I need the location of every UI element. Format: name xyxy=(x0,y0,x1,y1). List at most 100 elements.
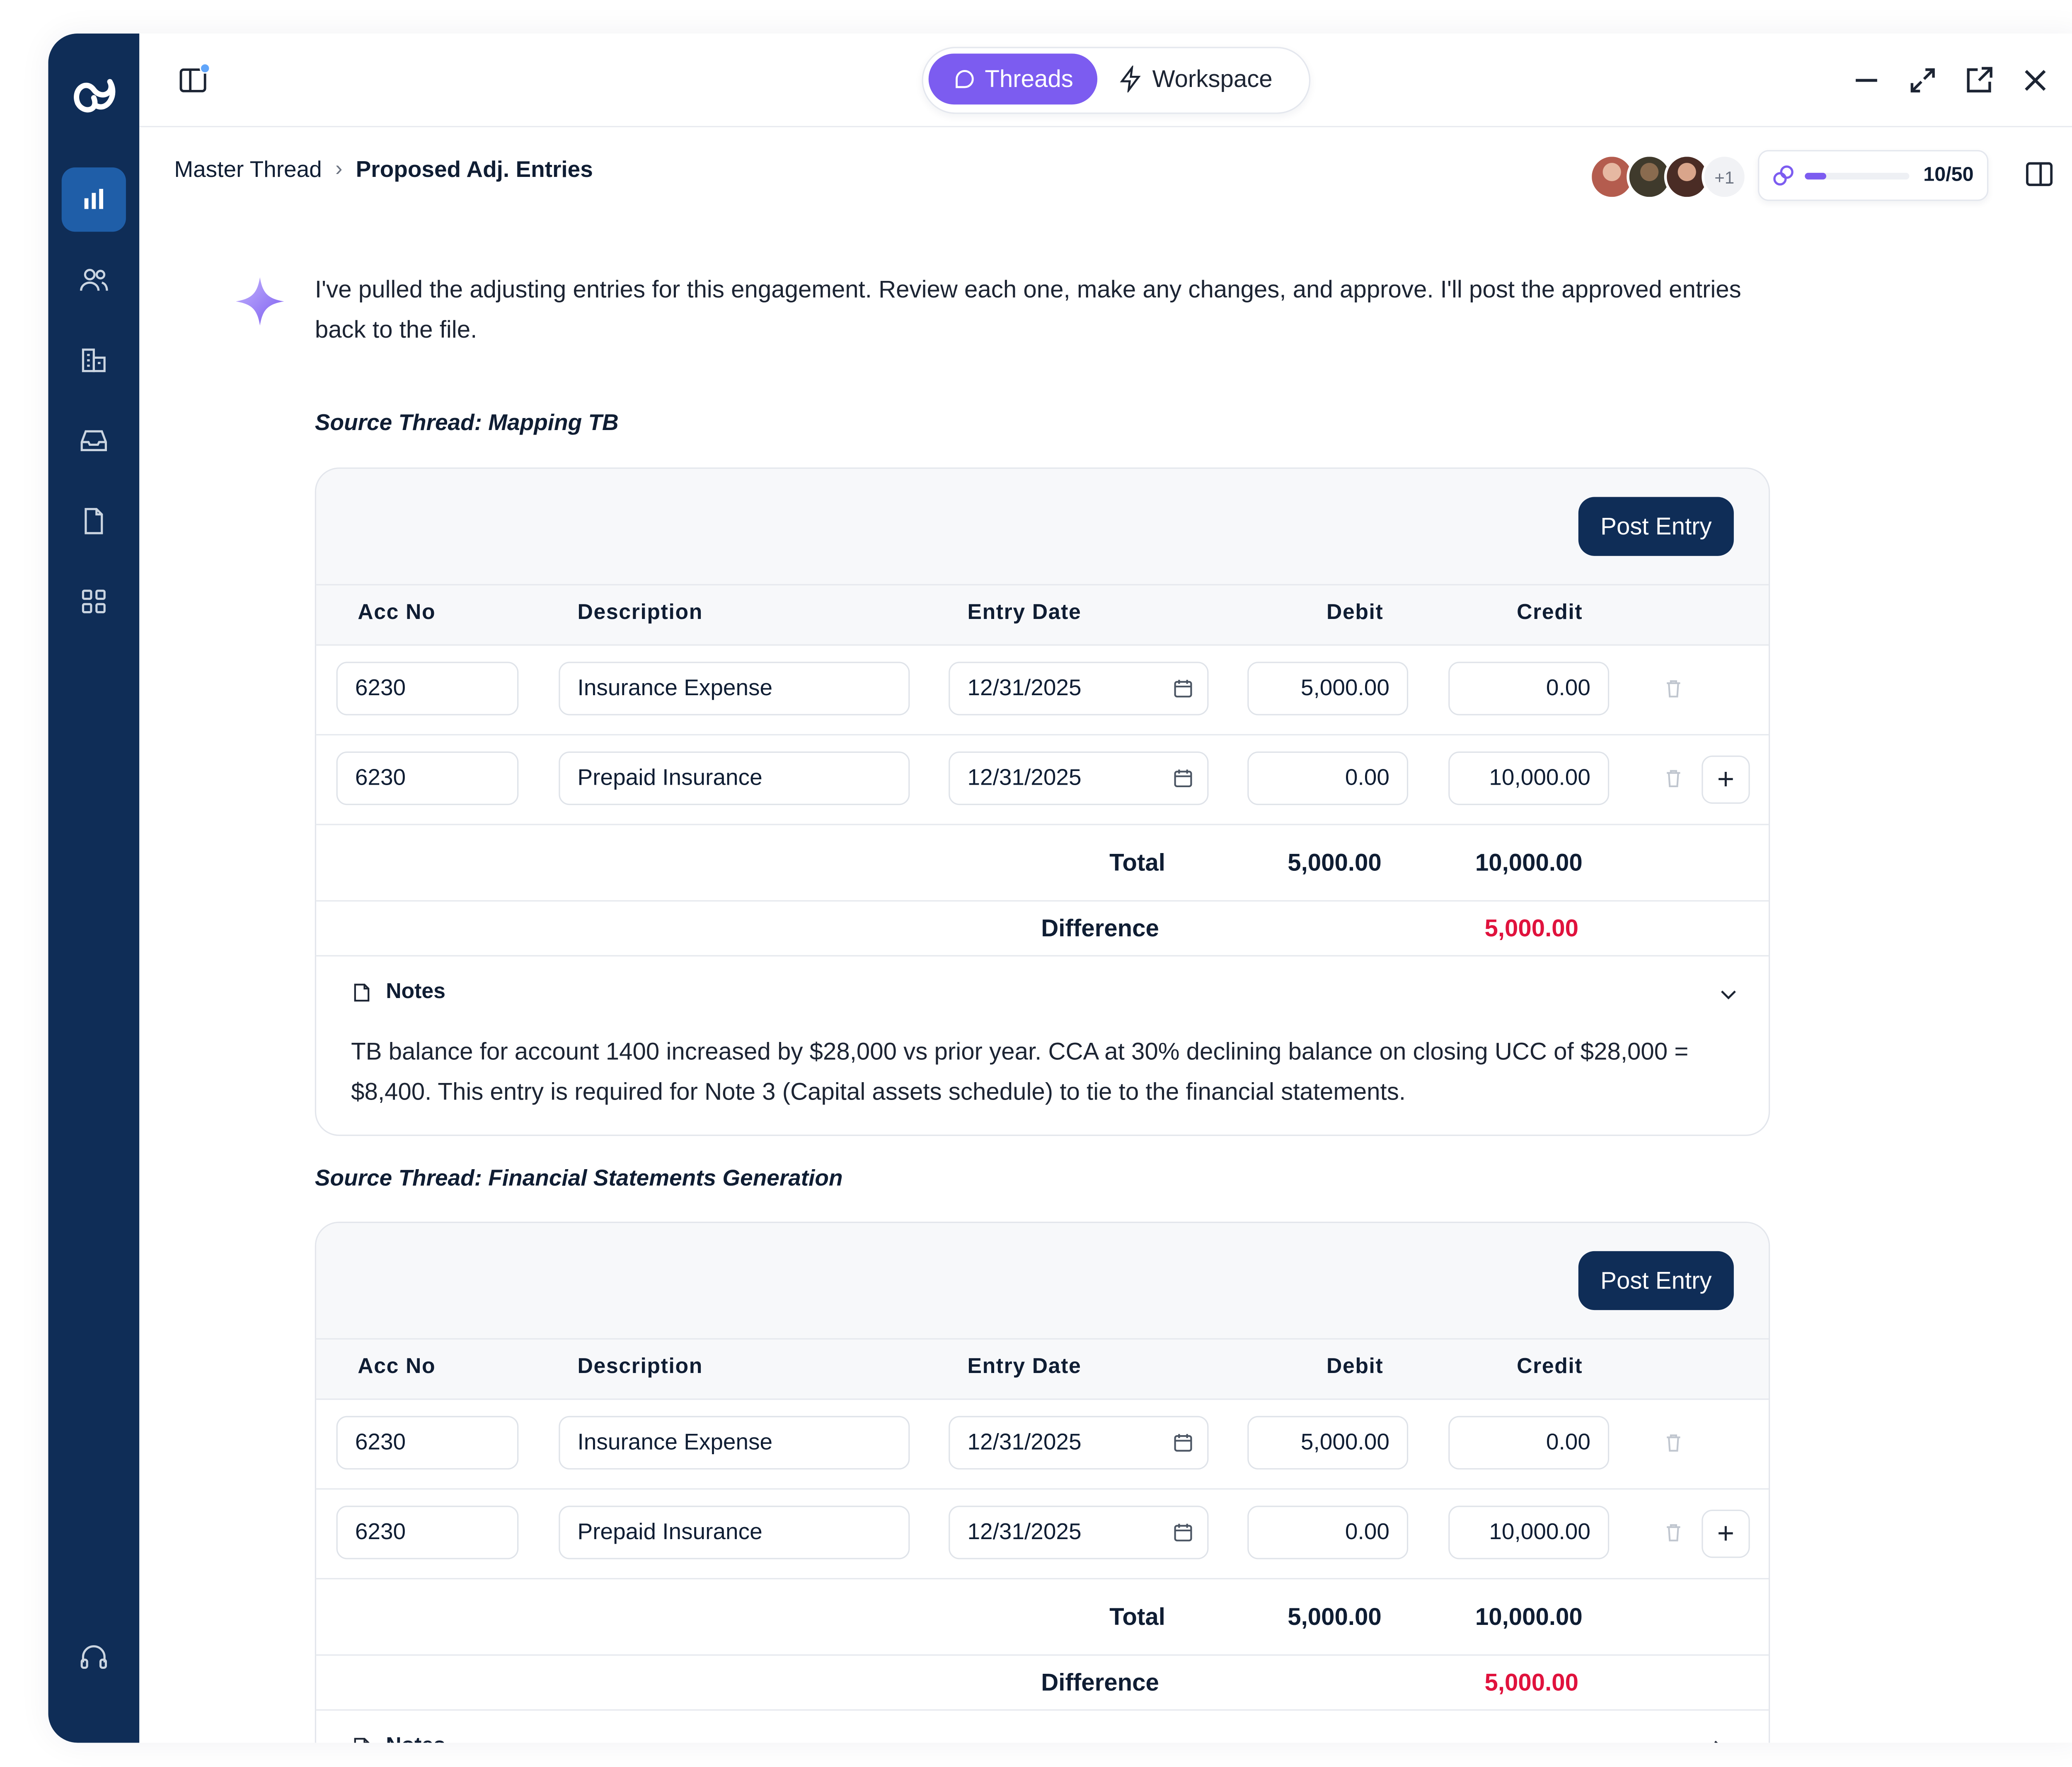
note-icon xyxy=(354,984,370,1002)
entry-date-value: 12/31/2025 xyxy=(967,765,1082,790)
total-credit: 10,000.00 xyxy=(1475,849,1583,876)
credit-input[interactable]: 0.00 xyxy=(1448,1416,1610,1470)
notes-toggle[interactable]: Notes xyxy=(351,1735,445,1743)
table-header: Acc No Description Entry Date Debit Cred… xyxy=(316,1339,1769,1400)
breadcrumb-root[interactable]: Master Thread xyxy=(174,157,322,184)
card-header: Post Entry xyxy=(316,469,1769,585)
credit-input[interactable]: 10,000.00 xyxy=(1448,751,1610,805)
col-acc-no: Acc No xyxy=(358,1356,436,1379)
credit-input[interactable]: 0.00 xyxy=(1448,662,1610,716)
credit-input[interactable]: 10,000.00 xyxy=(1448,1506,1610,1559)
description-input[interactable]: Insurance Expense xyxy=(559,662,910,716)
collaborator-avatars[interactable]: +1 xyxy=(1589,154,1748,200)
chevron-down-icon[interactable] xyxy=(1718,983,1739,1005)
open-external-icon[interactable] xyxy=(1962,63,1997,98)
nav-apps[interactable] xyxy=(62,569,126,633)
nav-support[interactable] xyxy=(62,1625,126,1689)
tab-workspace[interactable]: Workspace xyxy=(1118,53,1298,104)
col-credit: Credit xyxy=(1517,1356,1583,1379)
avatar-overflow-count: +1 xyxy=(1702,154,1748,200)
calendar-icon[interactable] xyxy=(1172,768,1194,789)
nav-rail xyxy=(48,33,140,1743)
entry-date-input[interactable]: 12/31/2025 xyxy=(949,1416,1209,1470)
app-window: Threads Workspace Master Thread › Propos… xyxy=(48,33,2072,1743)
entry-date-value: 12/31/2025 xyxy=(967,1429,1082,1455)
total-label: Total xyxy=(1109,1603,1165,1630)
calendar-icon[interactable] xyxy=(1172,1432,1194,1453)
entry-date-input[interactable]: 12/31/2025 xyxy=(949,751,1209,805)
col-debit: Debit xyxy=(1326,1356,1384,1379)
acc-no-input[interactable]: 6230 xyxy=(336,1416,519,1470)
tab-workspace-label: Workspace xyxy=(1152,65,1273,92)
debit-input[interactable]: 5,000.00 xyxy=(1247,1416,1409,1470)
main-area: Threads Workspace Master Thread › Propos… xyxy=(139,33,2072,1743)
debit-input[interactable]: 0.00 xyxy=(1247,1506,1409,1559)
top-bar: Threads Workspace xyxy=(139,34,2072,128)
inbox-icon xyxy=(80,430,107,451)
minimize-icon[interactable] xyxy=(1849,63,1884,98)
notes-label: Notes xyxy=(386,980,445,1003)
entry-date-value: 12/31/2025 xyxy=(967,1519,1082,1545)
trash-icon[interactable] xyxy=(1663,768,1685,789)
nav-people[interactable] xyxy=(62,248,126,312)
chevron-right-icon[interactable] xyxy=(1707,1738,1728,1743)
trash-icon[interactable] xyxy=(1663,1432,1685,1453)
document-icon xyxy=(85,508,103,534)
bar-chart-icon xyxy=(84,189,103,209)
acc-no-input[interactable]: 6230 xyxy=(336,662,519,716)
note-icon xyxy=(354,1738,370,1743)
col-entry-date: Entry Date xyxy=(967,601,1082,624)
side-panel-icon[interactable] xyxy=(2023,158,2055,191)
notes-text: TB balance for account 1400 increased by… xyxy=(351,1038,1689,1105)
calendar-icon[interactable] xyxy=(1172,678,1194,699)
nav-dashboard[interactable] xyxy=(61,167,126,232)
usage-meter[interactable]: 10/50 xyxy=(1758,150,1989,201)
calendar-icon[interactable] xyxy=(1172,1522,1194,1543)
assistant-message: I've pulled the adjusting entries for th… xyxy=(315,276,1741,343)
description-input[interactable]: Prepaid Insurance xyxy=(559,1506,910,1559)
table-row: 6230 Insurance Expense 12/31/2025 5,000.… xyxy=(316,1400,1769,1490)
add-row-button[interactable]: + xyxy=(1702,755,1750,804)
nav-organizations[interactable] xyxy=(62,328,126,392)
view-switcher: Threads Workspace xyxy=(922,47,1311,114)
add-row-button[interactable]: + xyxy=(1702,1509,1750,1558)
breadcrumb-bar: Master Thread › Proposed Adj. Entries +1… xyxy=(139,127,2072,215)
post-entry-button[interactable]: Post Entry xyxy=(1578,497,1734,556)
notes-toggle[interactable]: Notes xyxy=(351,981,445,1005)
difference-label: Difference xyxy=(1041,915,1159,942)
col-acc-no: Acc No xyxy=(358,601,436,624)
notes-label: Notes xyxy=(386,1735,445,1743)
notes-section: Notes xyxy=(316,1709,1769,1743)
difference-label: Difference xyxy=(1041,1669,1159,1696)
tab-threads[interactable]: Threads xyxy=(928,53,1098,105)
expand-icon[interactable] xyxy=(1905,63,1940,98)
notes-section: Notes TB balance for account 1400 increa… xyxy=(316,955,1769,1134)
app-logo-icon[interactable] xyxy=(67,68,121,122)
close-icon[interactable] xyxy=(2018,63,2053,98)
table-row: 6230 Prepaid Insurance 12/31/2025 0.00 1… xyxy=(316,735,1769,825)
trash-icon[interactable] xyxy=(1663,1522,1685,1543)
nav-inbox[interactable] xyxy=(62,409,126,473)
acc-no-input[interactable]: 6230 xyxy=(336,751,519,805)
acc-no-input[interactable]: 6230 xyxy=(336,1506,519,1559)
total-row: Total 5,000.00 10,000.00 xyxy=(316,1603,1769,1656)
col-debit: Debit xyxy=(1326,601,1384,624)
entry-date-input[interactable]: 12/31/2025 xyxy=(949,662,1209,716)
col-description: Description xyxy=(577,601,703,624)
table-header: Acc No Description Entry Date Debit Cred… xyxy=(316,585,1769,646)
debit-input[interactable]: 0.00 xyxy=(1247,751,1409,805)
users-icon xyxy=(80,268,108,291)
debit-input[interactable]: 5,000.00 xyxy=(1247,662,1409,716)
table-row: 6230 Prepaid Insurance 12/31/2025 0.00 1… xyxy=(316,1489,1769,1580)
entry-date-input[interactable]: 12/31/2025 xyxy=(949,1506,1209,1559)
usage-progress-fill xyxy=(1805,173,1826,180)
nav-documents[interactable] xyxy=(62,489,126,553)
table-row: 6230 Insurance Expense 12/31/2025 5,000.… xyxy=(316,645,1769,736)
post-entry-button[interactable]: Post Entry xyxy=(1578,1251,1734,1310)
total-debit: 5,000.00 xyxy=(1288,849,1382,876)
ai-sparkle-icon xyxy=(236,277,284,326)
sidebar-toggle-icon[interactable] xyxy=(177,63,212,98)
description-input[interactable]: Insurance Expense xyxy=(559,1416,910,1470)
trash-icon[interactable] xyxy=(1663,678,1685,699)
description-input[interactable]: Prepaid Insurance xyxy=(559,751,910,805)
